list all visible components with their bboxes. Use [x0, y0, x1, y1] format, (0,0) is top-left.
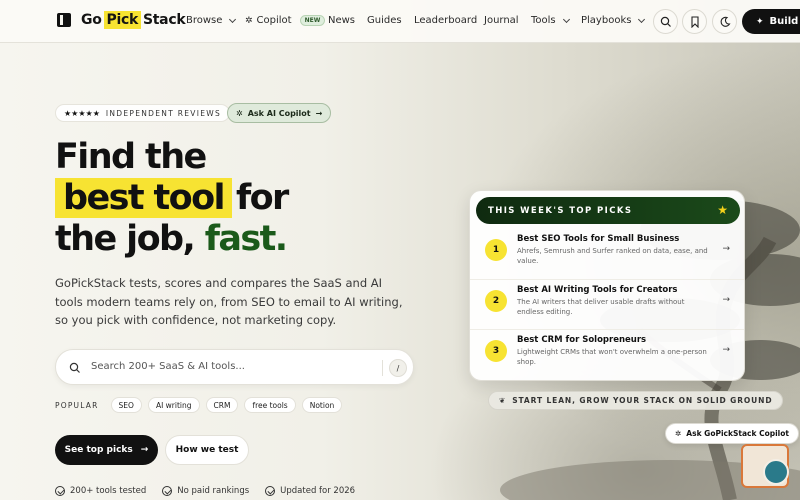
chip-notion[interactable]: Notion	[301, 397, 343, 413]
nav-leaderboard[interactable]: Leaderboard	[414, 15, 477, 26]
how-we-test-button[interactable]: How we test	[165, 435, 249, 465]
chip-crm[interactable]: CRM	[205, 397, 239, 413]
top-picks-header: THIS WEEK'S TOP PICKS ★	[476, 197, 740, 224]
divider	[382, 360, 383, 376]
top-navbar: Go Pick Stack Browse ✲ Copilot NEW News …	[0, 0, 800, 43]
check-circle-icon	[265, 486, 276, 496]
logo-icon	[57, 13, 71, 27]
top-picks-card: THIS WEEK'S TOP PICKS ★ 1 Best SEO Tools…	[469, 190, 745, 381]
pick-rank: 2	[485, 290, 507, 312]
ask-ai-copilot-button[interactable]: ✲ Ask AI Copilot →	[227, 103, 332, 123]
bookmark-icon	[690, 15, 699, 28]
arrow-right-icon: →	[722, 295, 730, 305]
pick-item[interactable]: 1 Best SEO Tools for Small Business Ahre…	[470, 229, 744, 279]
popular-searches: POPULAR SEO AI writing CRM free tools No…	[55, 397, 343, 413]
keyboard-shortcut-hint: /	[389, 359, 407, 377]
search-icon	[69, 362, 80, 373]
logo-text-pick: Pick	[103, 11, 141, 29]
tagline-pill: ❦ START LEAN, GROW YOUR STACK ON SOLID G…	[488, 391, 784, 410]
nav-browse[interactable]: Browse	[186, 15, 237, 26]
hero-description: GoPickStack tests, scores and compares t…	[55, 276, 403, 327]
sparkle-icon: ✲	[245, 15, 253, 26]
sparkle-icon: ✲	[236, 108, 243, 118]
search-icon	[660, 16, 671, 27]
search-input[interactable]: Search 200+ SaaS & AI tools...	[91, 361, 245, 372]
pick-description: Ahrefs, Semrush and Surfer ranked on dat…	[517, 247, 708, 265]
pick-description: Lightweight CRMs that won't overwhelm a …	[517, 348, 707, 366]
nav-guides[interactable]: Guides	[367, 15, 402, 26]
headline-highlight: best tool	[55, 178, 232, 218]
arrow-right-icon: →	[315, 108, 323, 118]
chip-ai-writing[interactable]: AI writing	[147, 397, 200, 413]
tool-search-bar[interactable]: Search 200+ SaaS & AI tools... /	[55, 349, 414, 385]
chip-seo[interactable]: SEO	[110, 397, 142, 413]
logo-text-go: Go	[81, 12, 102, 28]
arrow-right-icon: →	[722, 345, 730, 355]
pick-rank: 1	[485, 239, 507, 261]
headline-fast: fast.	[204, 219, 288, 259]
nav-tools[interactable]: Tools	[531, 15, 570, 26]
check-circle-icon	[162, 486, 173, 496]
arrow-right-icon: →	[140, 445, 149, 455]
ask-copilot-floating-button[interactable]: ✲ Ask GoPickStack Copilot	[665, 423, 799, 444]
stars-rating: ★★★★★	[64, 108, 100, 118]
mascot-icon	[763, 459, 789, 485]
sprout-icon: ❦	[499, 396, 507, 405]
build-my-stack-button[interactable]: ✦ Build my	[742, 9, 800, 34]
hero-headline: Find the best tool for the job, fast.	[55, 137, 289, 259]
pick-rank: 3	[485, 340, 507, 362]
nav-copilot[interactable]: ✲ Copilot NEW	[245, 15, 326, 26]
pick-description: The AI writers that deliver usable draft…	[517, 298, 685, 316]
check-circle-icon	[55, 486, 65, 496]
bookmark-button[interactable]	[682, 9, 707, 34]
independent-reviews-pill: ★★★★★ INDEPENDENT REVIEWS	[55, 104, 231, 122]
chevron-down-icon	[638, 15, 646, 23]
sparkle-icon: ✦	[756, 16, 764, 27]
nav-news[interactable]: News	[328, 15, 355, 26]
sparkle-icon: ✲	[675, 429, 682, 438]
pick-item[interactable]: 3 Best CRM for Solopreneurs Lightweight …	[470, 329, 744, 379]
chat-widget-launcher[interactable]	[741, 444, 789, 488]
moon-icon	[720, 16, 731, 27]
star-icon: ★	[717, 203, 728, 217]
nav-journal[interactable]: Journal	[484, 15, 519, 26]
new-badge: NEW	[299, 15, 326, 26]
see-top-picks-button[interactable]: See top picks →	[55, 435, 158, 465]
logo[interactable]: Go Pick Stack	[57, 11, 186, 29]
arrow-right-icon: →	[722, 244, 730, 254]
pick-title: Best AI Writing Tools for Creators	[517, 285, 678, 295]
trust-indicators: 200+ tools tested No paid rankings Updat…	[55, 486, 355, 496]
pick-title: Best SEO Tools for Small Business	[517, 234, 680, 244]
nav-playbooks[interactable]: Playbooks	[581, 15, 646, 26]
chevron-down-icon	[229, 15, 237, 23]
pick-item[interactable]: 2 Best AI Writing Tools for Creators The…	[470, 279, 744, 329]
pick-title: Best CRM for Solopreneurs	[517, 335, 647, 345]
theme-toggle-button[interactable]	[712, 9, 737, 34]
chip-free-tools[interactable]: free tools	[244, 397, 296, 413]
logo-text-stack: Stack	[143, 12, 186, 28]
search-button[interactable]	[653, 9, 678, 34]
chevron-down-icon	[562, 15, 570, 23]
